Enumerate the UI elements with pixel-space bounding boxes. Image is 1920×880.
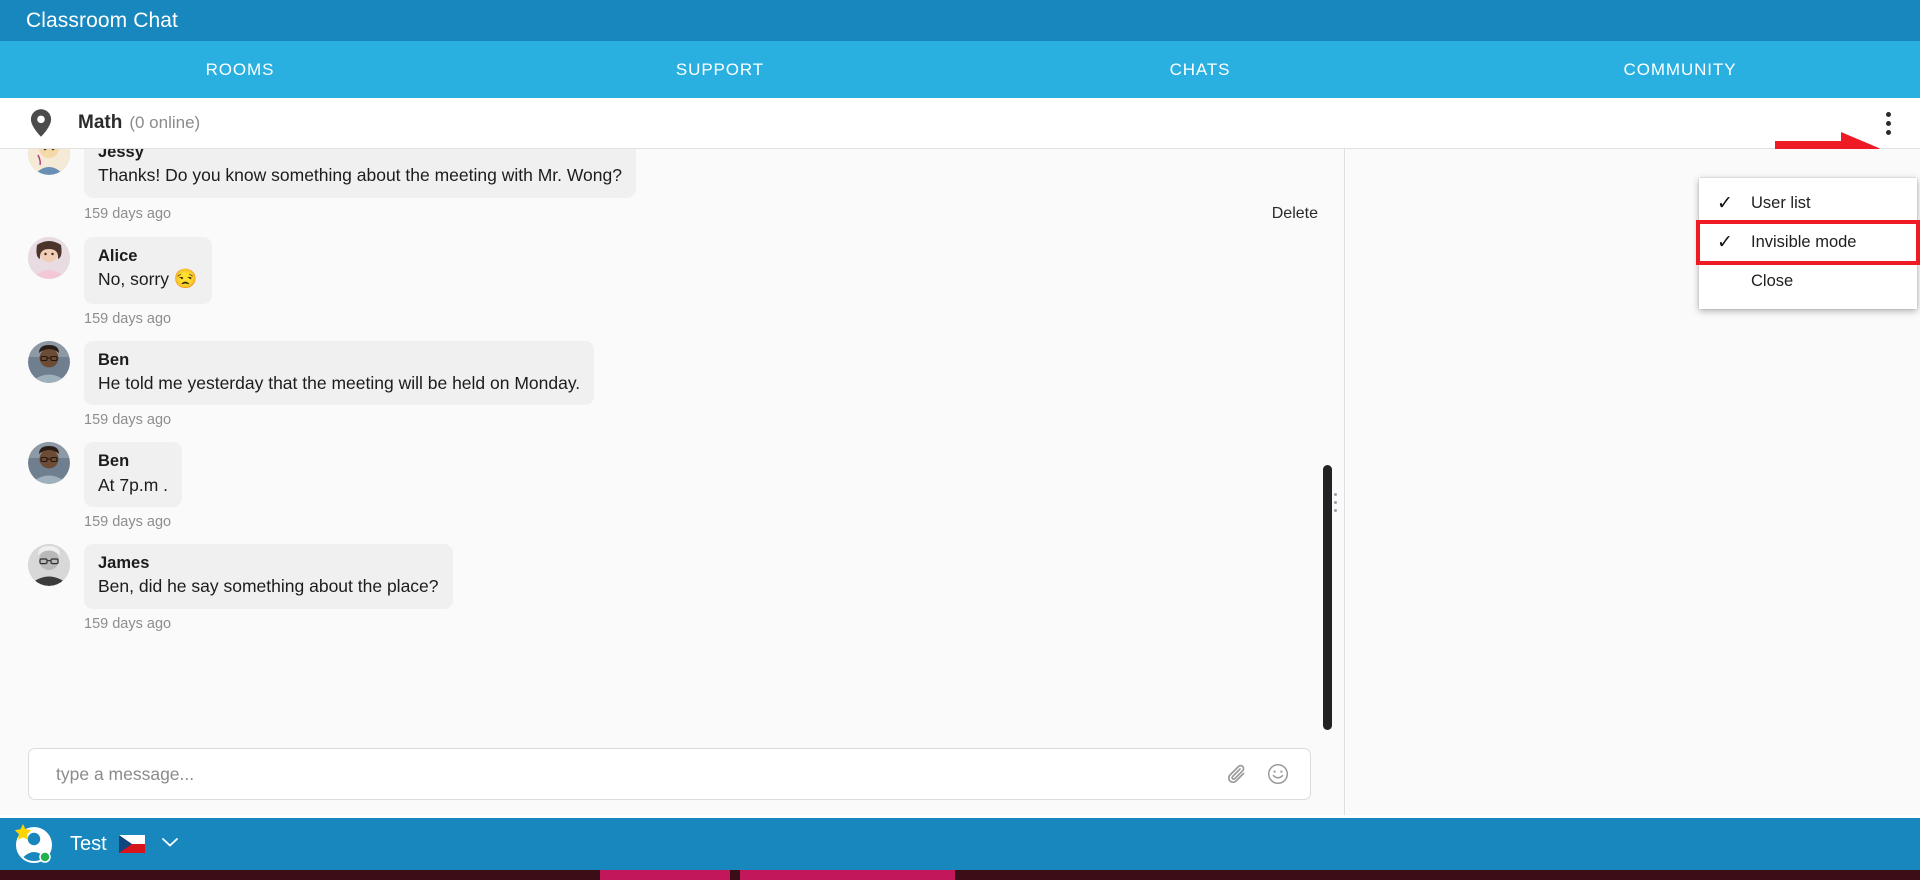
message-sender: Ben <box>98 452 130 471</box>
ben-avatar <box>28 340 70 383</box>
check-icon: ✓ <box>1717 193 1733 214</box>
chevron-down-icon[interactable] <box>161 835 179 853</box>
message-sender: Ben <box>98 350 130 369</box>
check-icon: ✓ <box>1717 232 1733 253</box>
tab-chats[interactable]: CHATS <box>960 41 1440 98</box>
user-avatar-with-star-badge[interactable] <box>12 823 54 865</box>
scroll-drag-handle-icon[interactable] <box>1334 490 1337 514</box>
message-text-body: No, sorry <box>98 269 174 290</box>
menu-item-label: Close <box>1751 272 1794 290</box>
message-bubble: Ben At 7p.m . <box>84 442 183 508</box>
tab-rooms[interactable]: ROOMS <box>0 41 480 98</box>
menu-item-user-list[interactable]: ✓ User list <box>1699 184 1917 223</box>
app-root: Classroom Chat ROOMS SUPPORT CHATS COMMU… <box>0 0 1920 880</box>
czech-republic-flag-icon <box>118 835 145 853</box>
app-title: Classroom Chat <box>26 8 178 32</box>
message-text: No, sorry 😒 <box>98 267 198 294</box>
room-online-count: (0 online) <box>129 113 201 132</box>
message-list[interactable]: Jessy Thanks! Do you know something abou… <box>0 149 1345 815</box>
smiley-face-icon[interactable] <box>1258 754 1298 794</box>
message-item: James Ben, did he say something about th… <box>0 544 1344 632</box>
handle-dot <box>1334 508 1337 512</box>
message-meta: 159 days ago Delete <box>84 205 1344 223</box>
message-text: He told me yesterday that the meeting wi… <box>98 372 581 393</box>
handle-dot <box>1334 492 1337 496</box>
message-bubble: James Ben, did he say something about th… <box>84 544 453 609</box>
strip-segment <box>600 870 730 880</box>
menu-item-label: Invisible mode <box>1751 233 1857 251</box>
paperclip-icon[interactable] <box>1218 754 1258 794</box>
message-composer <box>28 748 1311 800</box>
delete-message-link[interactable]: Delete <box>1272 205 1318 223</box>
room-header: Math (0 online) <box>0 98 1920 149</box>
ben-avatar <box>28 442 70 485</box>
jessy-avatar <box>28 149 70 175</box>
main-nav: ROOMS SUPPORT CHATS COMMUNITY <box>0 41 1920 98</box>
message-text: At 7p.m . <box>98 474 169 495</box>
footer-bar: Test <box>0 818 1920 870</box>
room-name: Math <box>78 112 123 133</box>
message-text: Thanks! Do you know something about the … <box>98 165 622 186</box>
strip-segment <box>740 870 955 880</box>
message-bubble: Ben He told me yesterday that the meetin… <box>84 340 595 406</box>
message-bubble: Jessy Thanks! Do you know something abou… <box>84 149 636 198</box>
location-pin-icon <box>30 109 52 137</box>
kebab-dot <box>1885 129 1891 135</box>
message-item: Ben He told me yesterday that the meetin… <box>0 340 1344 428</box>
message-meta: 159 days ago <box>84 311 1344 327</box>
james-avatar <box>28 544 70 587</box>
menu-item-invisible-mode[interactable]: ✓ Invisible mode <box>1696 220 1920 265</box>
message-item: Alice No, sorry 😒 159 days ago <box>0 236 1344 327</box>
alice-avatar <box>28 236 70 279</box>
tab-community[interactable]: COMMUNITY <box>1440 41 1920 98</box>
emoji-smirk-icon: 😒 <box>173 269 198 291</box>
footer-user-name: Test <box>70 832 107 855</box>
message-meta: 159 days ago <box>84 412 1344 428</box>
menu-item-label: User list <box>1751 194 1811 212</box>
message-timestamp: 159 days ago <box>84 310 172 327</box>
chat-scrollbar-thumb[interactable] <box>1323 465 1332 730</box>
kebab-dot <box>1885 111 1891 117</box>
message-text: Ben, did he say something about the plac… <box>98 576 439 597</box>
menu-item-close[interactable]: Close <box>1699 262 1917 301</box>
message-meta: 159 days ago <box>84 616 1344 632</box>
message-sender: James <box>98 554 150 573</box>
message-item: Ben At 7p.m . 159 days ago <box>0 442 1344 530</box>
title-bar: Classroom Chat <box>0 0 1920 41</box>
bottom-status-strip <box>0 870 1920 880</box>
message-sender: Alice <box>98 246 138 265</box>
message-input[interactable] <box>29 763 1218 785</box>
tab-support[interactable]: SUPPORT <box>480 41 960 98</box>
kebab-dot <box>1885 120 1891 126</box>
message-timestamp: 159 days ago <box>84 514 172 531</box>
message-timestamp: 159 days ago <box>84 412 172 429</box>
message-meta: 159 days ago <box>84 514 1344 530</box>
handle-dot <box>1334 500 1337 504</box>
room-options-dropdown: ✓ User list ✓ Invisible mode Close <box>1696 178 1920 309</box>
message-item: Jessy Thanks! Do you know something abou… <box>0 149 1344 223</box>
message-timestamp: 159 days ago <box>84 205 172 222</box>
message-sender: Jessy <box>98 149 144 161</box>
message-bubble: Alice No, sorry 😒 <box>84 236 212 304</box>
message-timestamp: 159 days ago <box>84 615 172 632</box>
